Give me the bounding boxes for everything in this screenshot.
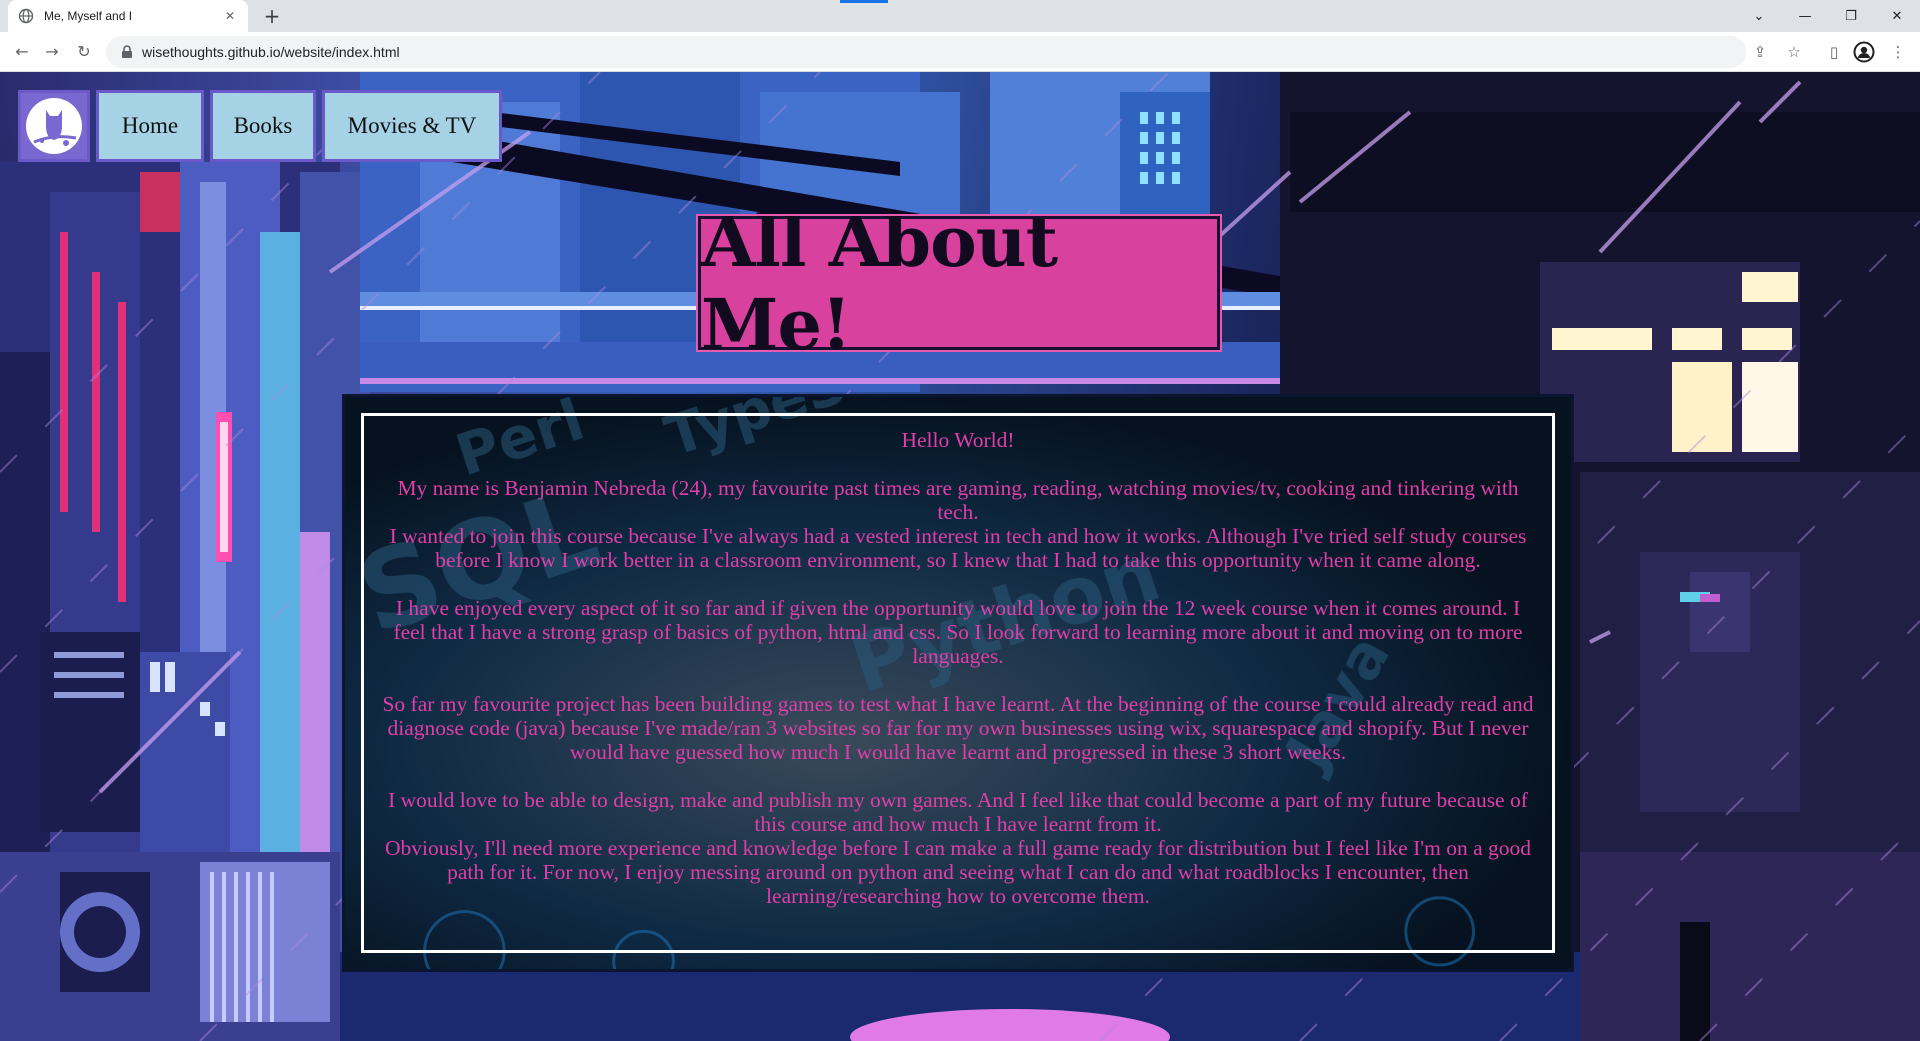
lock-icon — [120, 45, 134, 59]
nav-home-link[interactable]: Home — [96, 90, 204, 162]
next-steps-paragraph: Obviously, I'll need more experience and… — [384, 836, 1532, 908]
url-text: wisethoughts.github.io/website/index.htm… — [142, 44, 400, 60]
browser-tab[interactable]: Me, Myself and I ✕ — [8, 0, 248, 32]
favourite-project-paragraph: So far my favourite project has been bui… — [382, 692, 1534, 764]
browser-tab-strip: Me, Myself and I ✕ + ⌄ — ❐ ✕ — [0, 0, 1920, 32]
side-panel-icon[interactable]: ▯ — [1822, 40, 1846, 64]
profile-avatar-icon[interactable] — [1852, 40, 1876, 64]
page-title: All About Me! — [701, 200, 1058, 366]
greeting-text: Hello World! — [901, 428, 1015, 452]
share-icon[interactable]: ⇪ — [1748, 40, 1772, 64]
nav-books-link[interactable]: Books — [210, 90, 316, 162]
tab-loading-indicator — [840, 0, 888, 3]
enjoyment-paragraph: I have enjoyed every aspect of it so far… — [393, 596, 1523, 668]
forward-button[interactable]: → — [40, 40, 64, 64]
page-viewport: Home Books Movies & TV All About Me! Per… — [0, 72, 1920, 1041]
address-bar[interactable]: wisethoughts.github.io/website/index.htm… — [106, 36, 1746, 68]
new-tab-button[interactable]: + — [260, 4, 284, 28]
browser-toolbar: ← → ↻ wisethoughts.github.io/website/ind… — [0, 32, 1920, 72]
reload-button[interactable]: ↻ — [72, 40, 96, 64]
site-nav: Home Books Movies & TV — [18, 90, 502, 164]
minimize-button[interactable]: — — [1782, 0, 1828, 32]
tab-title: Me, Myself and I — [44, 9, 133, 23]
close-icon[interactable]: ✕ — [222, 8, 238, 24]
page-title-box: All About Me! — [696, 200, 1222, 366]
restore-button[interactable]: ❐ — [1828, 0, 1874, 32]
close-window-button[interactable]: ✕ — [1874, 0, 1920, 32]
course-reason-paragraph: I wanted to join this course because I'v… — [389, 524, 1527, 572]
back-button[interactable]: ← — [10, 40, 34, 64]
about-card: Perl TypeScript SQL Python Java Hello Wo… — [342, 394, 1574, 972]
nav-movies-tv-link[interactable]: Movies & TV — [322, 90, 502, 162]
owl-icon[interactable] — [18, 90, 90, 162]
browser-menu-icon[interactable]: ⋮ — [1886, 40, 1910, 64]
bookmark-star-icon[interactable]: ☆ — [1782, 40, 1806, 64]
about-text: Hello World! My name is Benjamin Nebreda… — [361, 413, 1555, 953]
future-goals-paragraph: I would love to be able to design, make … — [388, 788, 1528, 836]
globe-icon — [18, 8, 34, 24]
intro-paragraph: My name is Benjamin Nebreda (24), my fav… — [397, 476, 1519, 524]
tab-search-button[interactable]: ⌄ — [1736, 0, 1782, 32]
